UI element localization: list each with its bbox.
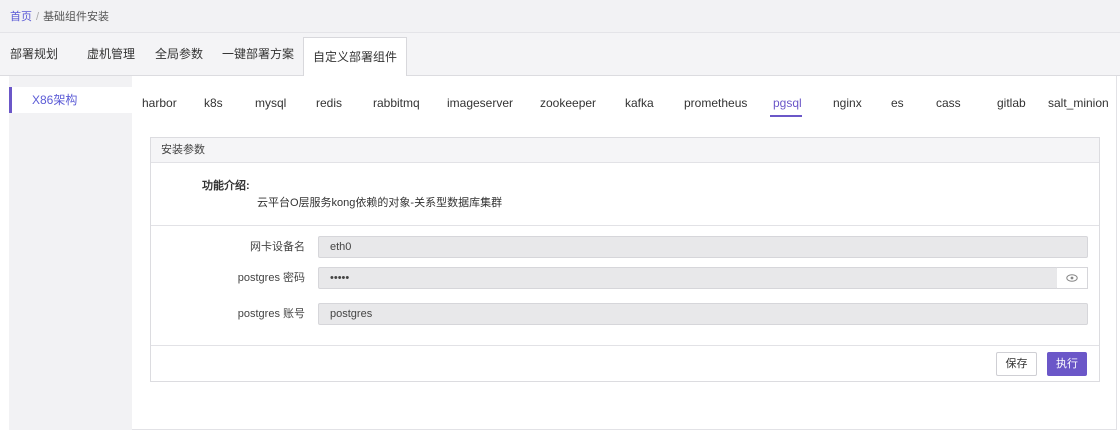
card-title: 安装参数 [151,138,1099,163]
tab-one-click-deploy[interactable]: 一键部署方案 [222,33,294,76]
breadcrumb-home-link[interactable]: 首页 [10,11,32,23]
active-tab-indicator [770,115,802,117]
tab-vm-management[interactable]: 虚机管理 [87,33,135,76]
sidebar-item-x86[interactable]: X86架构 [9,87,132,113]
component-tab-k8s[interactable]: k8s [204,96,223,110]
eye-icon[interactable] [1057,267,1088,289]
nic-name-label: 网卡设备名 [250,241,305,253]
breadcrumb: 首页 / 基础组件安装 [10,11,109,23]
component-tab-mysql[interactable]: mysql [255,96,286,110]
postgres-account-label: postgres 账号 [237,308,305,320]
breadcrumb-bar: 首页 / 基础组件安装 [0,0,1120,33]
function-intro-label: 功能介绍: [202,180,250,192]
breadcrumb-current: 基础组件安装 [43,11,110,23]
component-tab-zookeeper[interactable]: zookeeper [540,96,596,110]
postgres-password-label: postgres 密码 [237,272,305,284]
postgres-password-input[interactable] [318,267,1058,289]
execute-button[interactable]: 执行 [1047,352,1087,376]
component-tab-nginx[interactable]: nginx [833,96,862,110]
component-tab-harbor[interactable]: harbor [142,96,177,110]
architecture-sidebar [9,76,132,430]
component-tab-es[interactable]: es [891,96,904,110]
divider [151,345,1099,346]
component-tab-prometheus[interactable]: prometheus [684,96,747,110]
tab-custom-components[interactable]: 自定义部署组件 [303,37,408,77]
eye-icon-glyph [1066,274,1078,282]
component-tab-imageserver[interactable]: imageserver [447,96,513,110]
component-tab-kafka[interactable]: kafka [625,96,654,110]
save-button[interactable]: 保存 [996,352,1037,376]
postgres-account-input[interactable] [318,303,1088,325]
component-tab-cass[interactable]: cass [936,96,961,110]
component-tab-pgsql[interactable]: pgsql [773,96,802,110]
install-params-card: 安装参数 功能介绍: 云平台O层服务kong依赖的对象-关系型数据库集群 网卡设… [150,137,1100,382]
top-tab-bar: 部署规划 虚机管理 全局参数 一键部署方案 自定义部署组件 [0,33,1120,77]
component-tab-redis[interactable]: redis [316,96,342,110]
component-tab-rabbitmq[interactable]: rabbitmq [373,96,420,110]
divider [151,225,1099,226]
nic-name-input[interactable] [318,236,1088,258]
function-intro-text: 云平台O层服务kong依赖的对象-关系型数据库集群 [257,197,503,209]
tab-deploy-plan[interactable]: 部署规划 [10,33,58,76]
breadcrumb-separator: / [36,11,40,23]
component-tab-gitlab[interactable]: gitlab [997,96,1026,110]
component-tab-salt-minion[interactable]: salt_minion [1048,96,1109,110]
tab-global-params[interactable]: 全局参数 [155,33,203,76]
